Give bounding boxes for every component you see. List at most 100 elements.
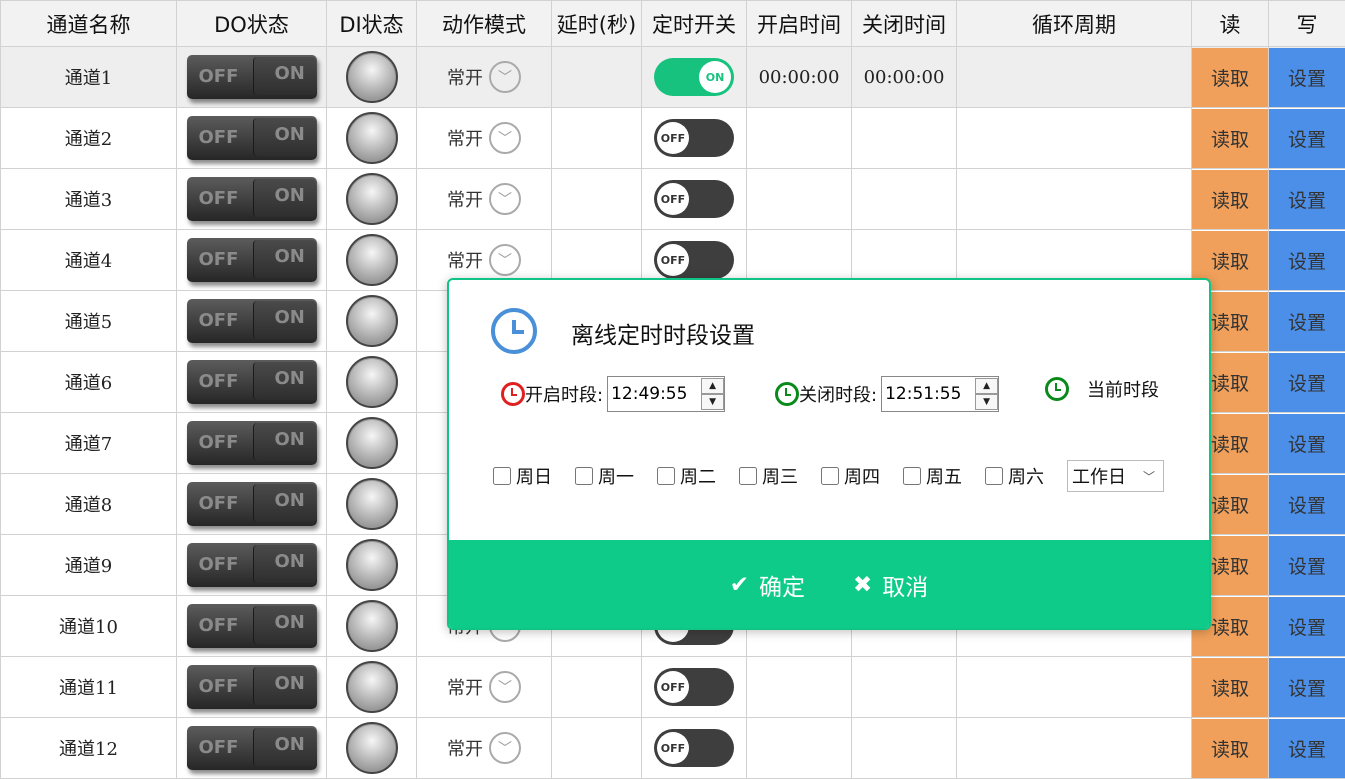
set-button[interactable]: 设置 xyxy=(1269,596,1345,656)
do-switch[interactable]: OFF ON xyxy=(186,299,317,343)
cancel-button[interactable]: ✖ 取消 xyxy=(853,568,928,602)
do-switch[interactable]: OFF ON xyxy=(186,116,317,160)
cycle-cell xyxy=(956,717,1192,779)
weekday-checkbox-input[interactable] xyxy=(821,467,839,485)
timer-toggle[interactable]: OFF xyxy=(654,241,734,279)
do-switch[interactable]: OFF ON xyxy=(186,177,317,221)
action-mode-dropdown[interactable]: 常开 ﹀ xyxy=(447,671,521,703)
weekday-checkbox-2[interactable]: 周二 xyxy=(657,463,716,489)
do-switch[interactable]: OFF ON xyxy=(186,360,317,404)
delay-cell xyxy=(551,168,642,230)
header-do-status: DO状态 xyxy=(176,0,327,47)
set-button[interactable]: 设置 xyxy=(1269,535,1345,595)
timer-toggle[interactable]: OFF xyxy=(654,180,734,218)
action-mode-value: 常开 xyxy=(447,190,483,211)
open-time-spinner[interactable]: ▲▼ xyxy=(607,376,726,412)
chevron-down-icon[interactable]: ﹀ xyxy=(489,61,521,93)
action-mode-dropdown[interactable]: 常开 ﹀ xyxy=(447,732,521,764)
do-switch-off-label: OFF xyxy=(198,615,239,636)
set-button[interactable]: 设置 xyxy=(1269,352,1345,412)
action-mode-dropdown[interactable]: 常开 ﹀ xyxy=(447,244,521,276)
period-type-select[interactable]: 工作日 ﹀ xyxy=(1067,460,1164,492)
set-button[interactable]: 设置 xyxy=(1269,657,1345,717)
do-switch[interactable]: OFF ON xyxy=(186,238,317,282)
open-time-input[interactable] xyxy=(608,383,702,405)
di-indicator-icon xyxy=(345,295,398,347)
do-switch-on-label: ON xyxy=(274,246,305,267)
timer-toggle[interactable]: OFF xyxy=(654,729,734,767)
chevron-down-icon[interactable]: ﹀ xyxy=(489,244,521,276)
weekday-checkbox-1[interactable]: 周一 xyxy=(575,463,634,489)
open-clock-icon xyxy=(501,382,525,406)
close-time-cell xyxy=(851,168,957,230)
timer-toggle[interactable]: OFF xyxy=(654,668,734,706)
close-time-label: 关闭时段: xyxy=(799,385,878,406)
read-button[interactable]: 读取 xyxy=(1192,47,1268,107)
weekday-checkbox-input[interactable] xyxy=(739,467,757,485)
close-up-arrow-icon[interactable]: ▲ xyxy=(975,378,999,394)
read-button[interactable]: 读取 xyxy=(1192,718,1268,778)
set-button[interactable]: 设置 xyxy=(1269,108,1345,168)
timer-toggle-knob: ON xyxy=(699,61,731,93)
timer-toggle-knob: OFF xyxy=(657,244,689,276)
chevron-down-icon[interactable]: ﹀ xyxy=(489,732,521,764)
weekday-checkbox-6[interactable]: 周六 xyxy=(985,463,1044,489)
channel-name: 通道12 xyxy=(0,717,177,779)
open-up-arrow-icon[interactable]: ▲ xyxy=(701,378,725,394)
set-button[interactable]: 设置 xyxy=(1269,413,1345,473)
weekday-checkbox-0[interactable]: 周日 xyxy=(493,463,552,489)
close-time-input[interactable] xyxy=(882,383,976,405)
close-time-spinner[interactable]: ▲▼ xyxy=(881,376,1000,412)
table-header: 通道名称 DO状态 DI状态 动作模式 延时(秒) 定时开关 开启时间 关闭时间… xyxy=(0,0,1345,47)
di-indicator-icon xyxy=(345,417,398,469)
action-mode-dropdown[interactable]: 常开 ﹀ xyxy=(447,122,521,154)
close-time-cell xyxy=(851,717,957,779)
do-switch[interactable]: OFF ON xyxy=(186,726,317,770)
open-down-arrow-icon[interactable]: ▼ xyxy=(701,394,725,410)
do-switch[interactable]: OFF ON xyxy=(186,55,317,99)
weekday-checkbox-input[interactable] xyxy=(575,467,593,485)
action-mode-dropdown[interactable]: 常开 ﹀ xyxy=(447,61,521,93)
weekday-checkbox-5[interactable]: 周五 xyxy=(903,463,962,489)
timer-toggle[interactable]: OFF xyxy=(654,119,734,157)
confirm-button[interactable]: ✔ 确定 xyxy=(730,568,805,602)
set-button[interactable]: 设置 xyxy=(1269,169,1345,229)
set-button[interactable]: 设置 xyxy=(1269,474,1345,534)
action-mode-value: 常开 xyxy=(447,129,483,150)
header-read: 读 xyxy=(1191,0,1269,47)
do-switch-off-label: OFF xyxy=(198,371,239,392)
timer-toggle-knob: OFF xyxy=(657,671,689,703)
set-button[interactable]: 设置 xyxy=(1269,718,1345,778)
current-clock-icon xyxy=(1045,377,1069,401)
do-switch[interactable]: OFF ON xyxy=(186,482,317,526)
weekday-checkbox-4[interactable]: 周四 xyxy=(821,463,880,489)
read-button[interactable]: 读取 xyxy=(1192,657,1268,717)
weekday-checkbox-input[interactable] xyxy=(985,467,1003,485)
weekday-label: 周六 xyxy=(1008,467,1044,488)
read-button[interactable]: 读取 xyxy=(1192,169,1268,229)
do-switch[interactable]: OFF ON xyxy=(186,543,317,587)
timer-toggle[interactable]: ON xyxy=(654,58,734,96)
weekday-label: 周二 xyxy=(680,467,716,488)
chevron-down-icon[interactable]: ﹀ xyxy=(489,183,521,215)
set-button[interactable]: 设置 xyxy=(1269,230,1345,290)
chevron-down-icon[interactable]: ﹀ xyxy=(489,671,521,703)
open-time-cell xyxy=(746,656,852,718)
set-button[interactable]: 设置 xyxy=(1269,47,1345,107)
do-switch[interactable]: OFF ON xyxy=(186,421,317,465)
do-switch[interactable]: OFF ON xyxy=(186,604,317,648)
weekday-checkbox-3[interactable]: 周三 xyxy=(739,463,798,489)
do-switch[interactable]: OFF ON xyxy=(186,665,317,709)
weekday-checkbox-input[interactable] xyxy=(493,467,511,485)
close-down-arrow-icon[interactable]: ▼ xyxy=(975,394,999,410)
weekday-checkbox-input[interactable] xyxy=(657,467,675,485)
header-open-time: 开启时间 xyxy=(746,0,852,47)
set-button[interactable]: 设置 xyxy=(1269,291,1345,351)
di-indicator-icon xyxy=(345,478,398,530)
cancel-label: 取消 xyxy=(882,575,929,601)
cross-icon: ✖ xyxy=(853,572,873,598)
read-button[interactable]: 读取 xyxy=(1192,108,1268,168)
weekday-checkbox-input[interactable] xyxy=(903,467,921,485)
chevron-down-icon[interactable]: ﹀ xyxy=(489,122,521,154)
action-mode-dropdown[interactable]: 常开 ﹀ xyxy=(447,183,521,215)
